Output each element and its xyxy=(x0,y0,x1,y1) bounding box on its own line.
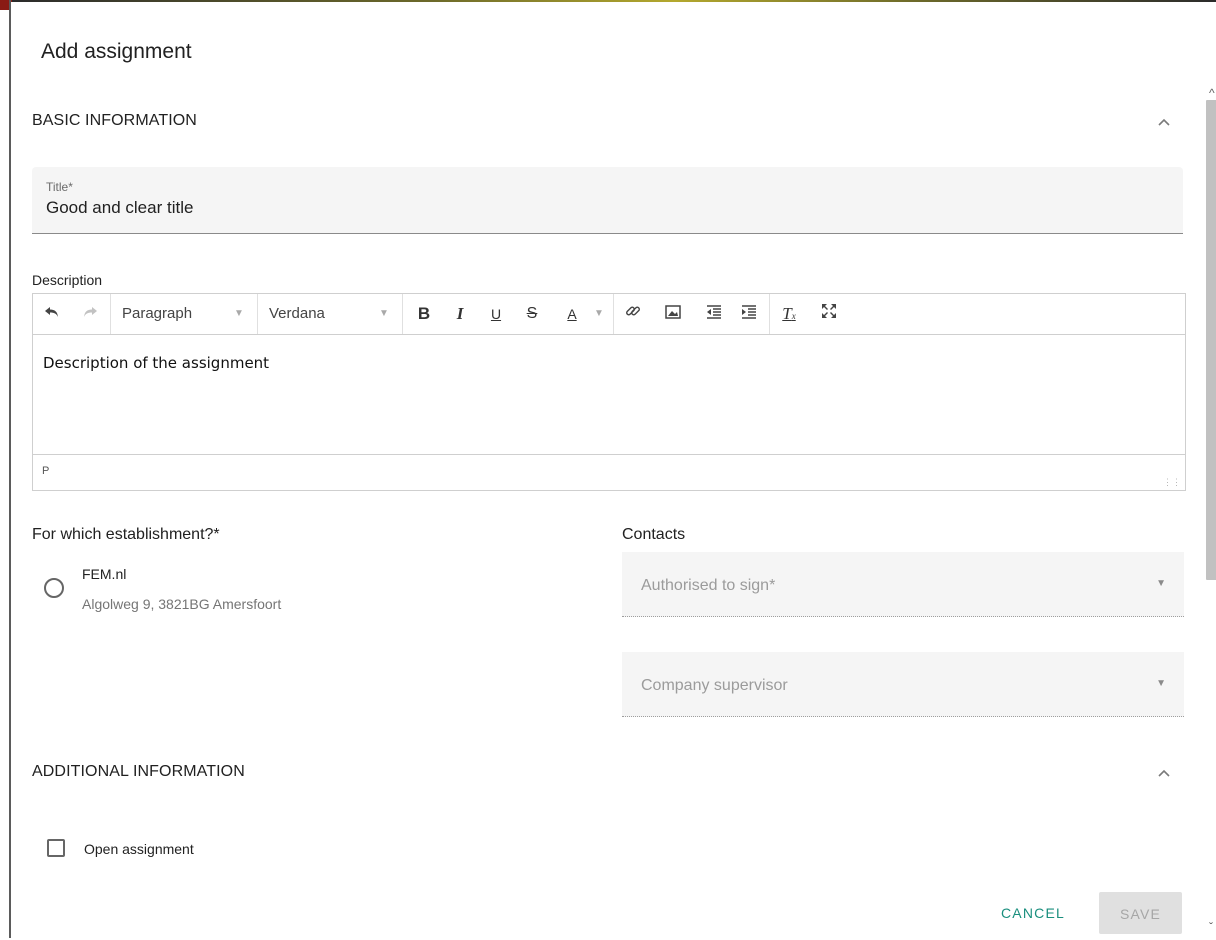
editor-toolbar: Paragraph ▼ Verdana ▼ B I U S A ▼ Tx xyxy=(33,294,1185,335)
basic-information-heading[interactable]: BASIC INFORMATION xyxy=(32,112,197,130)
clear-formatting-icon[interactable]: Tx xyxy=(778,294,800,334)
company-supervisor-select[interactable]: Company supervisor ▼ xyxy=(622,652,1184,717)
establishment-label: For which establishment?* xyxy=(32,526,220,543)
font-color-icon[interactable]: A xyxy=(561,294,583,334)
contacts-label: Contacts xyxy=(622,526,686,543)
chevron-up-icon[interactable] xyxy=(1154,765,1174,781)
establishment-address: Algolweg 9, 3821BG Amersfoort xyxy=(82,596,282,612)
dialog-scrollbar[interactable]: ^ ˇ xyxy=(1203,82,1216,940)
cancel-button[interactable]: CANCEL xyxy=(991,895,1075,931)
strikethrough-icon[interactable]: S xyxy=(521,294,543,334)
additional-information-heading[interactable]: ADDITIONAL INFORMATION xyxy=(32,763,245,781)
open-assignment-label[interactable]: Open assignment xyxy=(84,841,194,857)
title-label: Title* xyxy=(46,180,73,194)
scroll-up-icon[interactable]: ^ xyxy=(1209,86,1215,100)
paragraph-format-dropdown[interactable]: Paragraph xyxy=(122,294,192,334)
establishment-radio[interactable] xyxy=(44,578,64,598)
chevron-down-icon[interactable]: ▼ xyxy=(379,294,389,334)
chevron-up-icon[interactable] xyxy=(1154,114,1174,130)
chevron-down-icon[interactable]: ▼ xyxy=(234,294,244,334)
underline-icon[interactable]: U xyxy=(485,294,507,334)
title-field[interactable]: Title* Good and clear title xyxy=(32,167,1183,234)
resize-handle-icon[interactable]: ⋮⋮ xyxy=(1163,477,1181,488)
description-label: Description xyxy=(32,272,103,288)
image-icon[interactable] xyxy=(662,294,684,334)
dropdown-arrow-icon[interactable]: ▼ xyxy=(1156,678,1166,689)
company-supervisor-placeholder: Company supervisor xyxy=(641,677,788,694)
chevron-down-icon[interactable]: ▼ xyxy=(594,294,604,334)
link-icon[interactable] xyxy=(622,294,644,334)
dialog-title: Add assignment xyxy=(41,40,192,63)
bold-icon[interactable]: B xyxy=(413,294,435,334)
outdent-icon[interactable] xyxy=(703,294,725,334)
add-assignment-dialog: Add assignment ^ ˇ BASIC INFORMATION Tit… xyxy=(11,2,1216,938)
description-editor: Paragraph ▼ Verdana ▼ B I U S A ▼ Tx Des… xyxy=(32,293,1186,491)
editor-content[interactable]: Description of the assignment xyxy=(43,354,269,372)
scroll-thumb[interactable] xyxy=(1206,100,1216,580)
undo-icon[interactable] xyxy=(41,294,63,334)
title-input[interactable]: Good and clear title xyxy=(46,198,193,218)
authorised-to-sign-placeholder: Authorised to sign* xyxy=(641,577,776,594)
element-path[interactable]: P xyxy=(42,465,49,477)
save-button[interactable]: SAVE xyxy=(1099,892,1182,934)
scroll-down-icon[interactable]: ˇ xyxy=(1209,920,1213,934)
authorised-to-sign-select[interactable]: Authorised to sign* ▼ xyxy=(622,552,1184,617)
fullscreen-icon[interactable] xyxy=(818,294,840,334)
establishment-name[interactable]: FEM.nl xyxy=(82,566,126,582)
dropdown-arrow-icon[interactable]: ▼ xyxy=(1156,578,1166,589)
redo-icon[interactable] xyxy=(79,294,101,334)
editor-statusbar: P ⋮⋮ xyxy=(33,454,1185,491)
indent-icon[interactable] xyxy=(738,294,760,334)
font-family-dropdown[interactable]: Verdana xyxy=(269,294,325,334)
italic-icon[interactable]: I xyxy=(449,294,471,334)
open-assignment-checkbox[interactable] xyxy=(47,839,65,857)
